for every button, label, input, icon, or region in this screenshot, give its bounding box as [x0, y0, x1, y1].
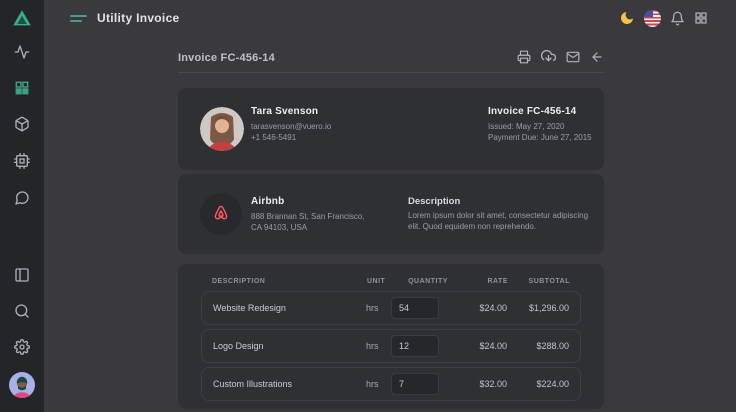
- chat-icon: [14, 190, 30, 206]
- row-description: Website Redesign: [213, 303, 366, 313]
- invoice-due-date: Payment Due: June 27, 2015: [488, 132, 592, 143]
- row-quantity-cell: [391, 373, 463, 395]
- sidebar-item-search[interactable]: [0, 303, 44, 319]
- page-title: Utility Invoice: [97, 11, 180, 25]
- sidebar-item-products[interactable]: [0, 116, 44, 132]
- mail-icon: [566, 50, 580, 64]
- sidebar-item-settings[interactable]: [0, 339, 44, 355]
- client-address-line1: 888 Brannan St, San Francisco,: [251, 211, 364, 222]
- menu-hamburger-icon[interactable]: [70, 15, 87, 22]
- send-email-button[interactable]: [566, 50, 580, 64]
- dashboard-grid-icon: [14, 80, 30, 96]
- col-header-quantity: Quantity: [392, 278, 464, 285]
- apps-menu-button[interactable]: [694, 11, 708, 25]
- back-arrow-icon: [590, 50, 604, 64]
- invoice-toolbar: Invoice FC-456-14: [178, 44, 604, 73]
- quantity-input[interactable]: [391, 297, 439, 319]
- sender-phone: +1 546-5491: [251, 132, 331, 143]
- col-header-unit: Unit: [367, 278, 392, 285]
- download-button[interactable]: [541, 50, 556, 65]
- sidebar-profile[interactable]: [0, 372, 44, 398]
- sender-info: Tara Svenson tarasvenson@vuero.io +1 546…: [251, 106, 331, 143]
- us-flag-icon: [644, 10, 661, 27]
- row-unit: hrs: [366, 341, 391, 351]
- client-description-card: Airbnb 888 Brannan St, San Francisco, CA…: [178, 174, 604, 254]
- sidebar-item-messages[interactable]: [0, 190, 44, 206]
- topbar: Utility Invoice: [44, 0, 736, 36]
- client-name: Airbnb: [251, 196, 364, 207]
- invoice-meta: Invoice FC-456-14 Issued: May 27, 2020 P…: [488, 106, 592, 143]
- client-info: Airbnb 888 Brannan St, San Francisco, CA…: [251, 196, 364, 233]
- row-unit: hrs: [366, 303, 391, 313]
- topbar-actions: [619, 10, 708, 27]
- description-title: Description: [408, 196, 598, 207]
- bell-icon: [670, 11, 685, 26]
- sender-email: tarasvenson@vuero.io: [251, 121, 331, 132]
- sidebar-item-reader[interactable]: [0, 267, 44, 283]
- row-subtotal: $288.00: [507, 341, 569, 351]
- table-row: Custom Illustrations hrs $32.00 $224.00: [201, 367, 581, 401]
- quantity-input[interactable]: [391, 335, 439, 357]
- client-address-line2: CA 94103, USA: [251, 222, 364, 233]
- moon-icon: [619, 10, 635, 26]
- row-subtotal: $1,296.00: [507, 303, 569, 313]
- reader-panel-icon: [14, 267, 30, 283]
- printer-icon: [517, 50, 531, 64]
- invoice-issued-date: Issued: May 27, 2020: [488, 121, 592, 132]
- invoice-description: Description Lorem ipsum dolor sit amet, …: [408, 196, 598, 232]
- row-rate: $32.00: [463, 379, 507, 389]
- invoice-title: Invoice FC-456-14: [178, 52, 275, 64]
- row-unit: hrs: [366, 379, 391, 389]
- line-items-card: Description Unit Quantity Rate Subtotal …: [178, 264, 604, 409]
- logo-triangle-icon: [11, 7, 33, 29]
- sidebar: [0, 0, 44, 412]
- row-description: Custom Illustrations: [213, 379, 366, 389]
- app-logo[interactable]: [0, 7, 44, 29]
- dark-mode-toggle[interactable]: [619, 10, 635, 26]
- sidebar-item-activity[interactable]: [0, 44, 44, 60]
- search-icon: [14, 303, 30, 319]
- row-subtotal: $224.00: [507, 379, 569, 389]
- cpu-icon: [14, 153, 30, 169]
- notifications-button[interactable]: [670, 11, 685, 26]
- invoice-actions: [517, 50, 604, 67]
- print-button[interactable]: [517, 50, 531, 64]
- row-rate: $24.00: [463, 341, 507, 351]
- row-quantity-cell: [391, 297, 463, 319]
- sidebar-item-dashboard[interactable]: [0, 80, 44, 96]
- sidebar-item-components[interactable]: [0, 153, 44, 169]
- description-text-line2: elit. Quod equidem non reprehendo.: [408, 222, 598, 233]
- col-header-description: Description: [212, 278, 367, 285]
- row-quantity-cell: [391, 335, 463, 357]
- back-button[interactable]: [590, 50, 604, 64]
- sender-name: Tara Svenson: [251, 106, 331, 117]
- activity-icon: [14, 44, 30, 60]
- client-logo: [200, 193, 242, 235]
- profile-avatar: [9, 372, 35, 398]
- row-rate: $24.00: [463, 303, 507, 313]
- col-header-subtotal: Subtotal: [508, 278, 570, 285]
- col-header-rate: Rate: [464, 278, 508, 285]
- apps-grid-icon: [694, 11, 708, 25]
- description-text-line1: Lorem ipsum dolor sit amet, consectetur …: [408, 211, 598, 222]
- sender-avatar: [200, 107, 244, 151]
- airbnb-logo-icon: [209, 202, 233, 226]
- row-description: Logo Design: [213, 341, 366, 351]
- sender-avatar-image: [200, 107, 244, 151]
- table-row: Website Redesign hrs $24.00 $1,296.00: [201, 291, 581, 325]
- invoice-rows: Website Redesign hrs $24.00 $1,296.00 Lo…: [201, 291, 581, 401]
- box-icon: [14, 116, 30, 132]
- invoice-parties-card: Tara Svenson tarasvenson@vuero.io +1 546…: [178, 88, 604, 170]
- quantity-input[interactable]: [391, 373, 439, 395]
- table-header: Description Unit Quantity Rate Subtotal: [201, 278, 581, 285]
- settings-gear-icon: [14, 339, 30, 355]
- language-selector[interactable]: [644, 10, 661, 27]
- table-row: Logo Design hrs $24.00 $288.00: [201, 329, 581, 363]
- cloud-download-icon: [541, 50, 556, 65]
- app-window: Utility Invoice Invoice FC-456-14: [0, 0, 736, 412]
- invoice-number: Invoice FC-456-14: [488, 106, 592, 117]
